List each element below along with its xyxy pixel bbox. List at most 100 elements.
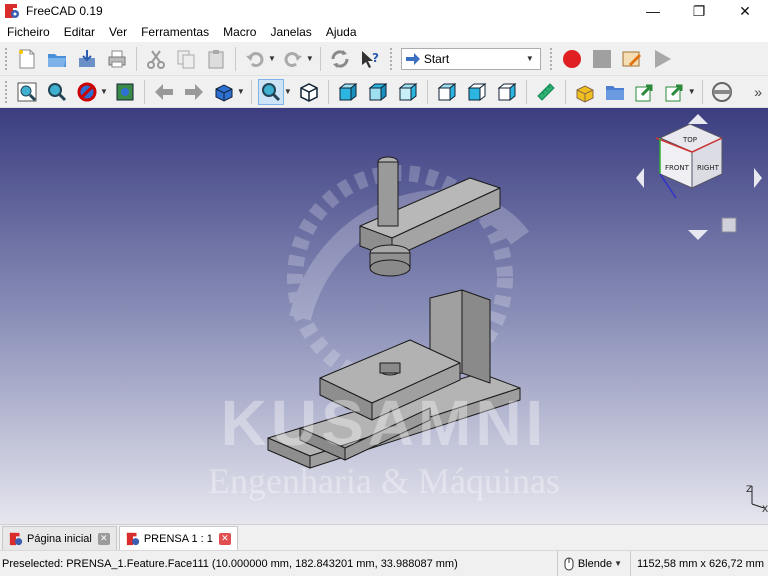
svg-text:X: X xyxy=(762,505,768,515)
clipboard-icon xyxy=(208,49,224,68)
fit-selection-button[interactable] xyxy=(44,79,70,105)
chevron-down-icon[interactable]: ▼ xyxy=(237,87,245,96)
navcube-top-label[interactable]: TOP xyxy=(682,136,697,144)
view-top-button[interactable] xyxy=(365,79,391,105)
navigation-style-label: Blende xyxy=(577,557,613,570)
navcube-arrow-right-icon[interactable] xyxy=(754,168,762,188)
bounding-box-icon xyxy=(116,83,134,100)
view-iso-button[interactable] xyxy=(296,79,322,105)
workbench-label: Start xyxy=(423,51,450,66)
menu-janelas[interactable]: Janelas xyxy=(263,25,318,39)
cube-rear-icon xyxy=(437,82,457,101)
menu-ferramentas[interactable]: Ferramentas xyxy=(134,25,216,39)
view-left-button[interactable] xyxy=(494,79,520,105)
navcube-arrow-up-icon[interactable] xyxy=(688,114,708,124)
chevron-down-icon[interactable]: ▼ xyxy=(688,87,696,96)
view-back-button[interactable] xyxy=(151,79,177,105)
navcube-menu-icon[interactable] xyxy=(721,217,737,233)
maximize-button[interactable]: ❐ xyxy=(676,0,722,22)
view-front-button[interactable] xyxy=(335,79,361,105)
sketch-view-section-button[interactable] xyxy=(709,79,735,105)
3d-viewport[interactable]: Z X TOP FRONT RIGHT KUSAMNI Engenharia &… xyxy=(0,108,768,524)
minimize-button[interactable]: — xyxy=(630,0,676,22)
whats-this-button[interactable]: ? xyxy=(357,46,383,72)
macro-record-button[interactable] xyxy=(559,46,585,72)
toolbar-overflow-icon[interactable]: » xyxy=(754,84,762,100)
chevron-down-icon[interactable]: ▼ xyxy=(268,54,276,63)
stop-icon xyxy=(592,49,611,68)
macro-stop-button[interactable] xyxy=(589,46,615,72)
tab-prensa[interactable]: PRENSA 1 : 1 ✕ xyxy=(118,526,238,550)
redo-button[interactable] xyxy=(280,46,306,72)
magnifier-icon xyxy=(261,82,280,101)
create-link-button[interactable] xyxy=(632,79,658,105)
view-forward-button[interactable] xyxy=(181,79,207,105)
std-views-button[interactable] xyxy=(211,79,237,105)
toolbar-grip[interactable] xyxy=(4,46,8,71)
measure-button[interactable] xyxy=(533,79,559,105)
copy-icon xyxy=(177,50,195,68)
cube-left-icon xyxy=(497,82,517,101)
zoom-selection-icon xyxy=(48,82,67,101)
open-button[interactable] xyxy=(44,46,70,72)
document-tab-bar: Página inicial ✕ PRENSA 1 : 1 ✕ xyxy=(0,524,768,550)
undo-button[interactable] xyxy=(242,46,268,72)
macro-edit-button[interactable] xyxy=(619,46,645,72)
status-bar: Preselected: PRENSA_1.Feature.Face111 (1… xyxy=(0,550,768,576)
navcube-front-label[interactable]: FRONT xyxy=(665,164,690,172)
link-icon xyxy=(635,84,653,101)
bounding-box-button[interactable] xyxy=(112,79,138,105)
view-rear-button[interactable] xyxy=(434,79,460,105)
menu-editar[interactable]: Editar xyxy=(57,25,102,39)
folder-open-icon xyxy=(48,53,66,67)
view-right-button[interactable] xyxy=(395,79,421,105)
menu-ajuda[interactable]: Ajuda xyxy=(319,25,364,39)
chevron-down-icon: ▼ xyxy=(614,559,623,568)
isometric-view-button[interactable] xyxy=(257,78,284,105)
new-document-button[interactable] xyxy=(14,46,40,72)
refresh-button[interactable] xyxy=(327,46,353,72)
menu-ficheiro[interactable]: Ficheiro xyxy=(0,25,57,39)
chevron-down-icon[interactable]: ▼ xyxy=(306,54,314,63)
chevron-down-icon[interactable]: ▼ xyxy=(100,87,108,96)
arrow-left-icon xyxy=(154,83,173,100)
cube-front-icon xyxy=(338,82,358,101)
navcube-right-label[interactable]: RIGHT xyxy=(697,164,720,172)
fit-all-button[interactable] xyxy=(14,79,40,105)
create-part-button[interactable] xyxy=(572,79,598,105)
zoom-fit-icon xyxy=(17,82,37,101)
close-icon[interactable]: ✕ xyxy=(218,532,231,545)
link-actions-button[interactable] xyxy=(662,79,688,105)
save-button[interactable] xyxy=(74,46,100,72)
navigation-cube[interactable]: TOP FRONT RIGHT xyxy=(636,114,762,240)
view-bottom-button[interactable] xyxy=(464,79,490,105)
paste-button[interactable] xyxy=(203,46,229,72)
close-button[interactable]: ✕ xyxy=(722,0,768,22)
print-button[interactable] xyxy=(104,46,130,72)
create-group-button[interactable] xyxy=(602,79,628,105)
mouse-icon xyxy=(564,557,574,570)
scissors-icon xyxy=(147,49,165,69)
navcube-arrow-down-icon[interactable] xyxy=(688,230,708,240)
watermark-brand: KUSAMNI xyxy=(220,387,548,459)
close-icon[interactable]: ✕ xyxy=(97,532,110,545)
draw-style-button[interactable] xyxy=(74,79,100,105)
navigation-style-selector[interactable]: Blende ▼ xyxy=(556,551,630,576)
help-cursor-icon: ? xyxy=(361,50,379,68)
link-actions-icon xyxy=(665,84,683,101)
copy-button[interactable] xyxy=(173,46,199,72)
menu-macro[interactable]: Macro xyxy=(216,25,263,39)
tab-start-page[interactable]: Página inicial ✕ xyxy=(2,526,117,550)
ruler-icon xyxy=(537,82,555,101)
menu-ver[interactable]: Ver xyxy=(102,25,134,39)
tab-label: Página inicial xyxy=(27,532,92,545)
navcube-arrow-left-icon[interactable] xyxy=(636,168,644,188)
workbench-selector[interactable]: Start ▼ xyxy=(400,47,541,70)
cut-button[interactable] xyxy=(143,46,169,72)
view-toolbar: ▼ ▼ ▼ ▼ » xyxy=(0,76,768,108)
macro-run-button[interactable] xyxy=(649,46,675,72)
tab-label: PRENSA 1 : 1 xyxy=(143,532,213,545)
freecad-logo-icon xyxy=(5,4,19,18)
macro-edit-icon xyxy=(622,51,641,66)
chevron-down-icon[interactable]: ▼ xyxy=(284,87,292,96)
